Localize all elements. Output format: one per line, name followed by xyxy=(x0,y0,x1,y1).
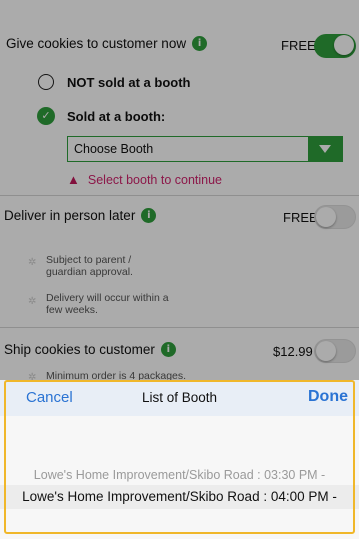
done-button[interactable]: Done xyxy=(308,388,348,406)
picker-option[interactable]: Lowe's Home Improvement/Skibo Road : 03:… xyxy=(0,468,359,482)
picker-title: List of Booth xyxy=(141,390,218,405)
picker-toolbar: Cancel List of Booth Done xyxy=(0,380,359,416)
picker-option-selected[interactable]: Lowe's Home Improvement/Skibo Road : 04:… xyxy=(0,489,359,504)
booth-picker: Cancel List of Booth Done Lowe's Home Im… xyxy=(0,380,359,539)
modal-dim-overlay[interactable] xyxy=(0,0,359,380)
